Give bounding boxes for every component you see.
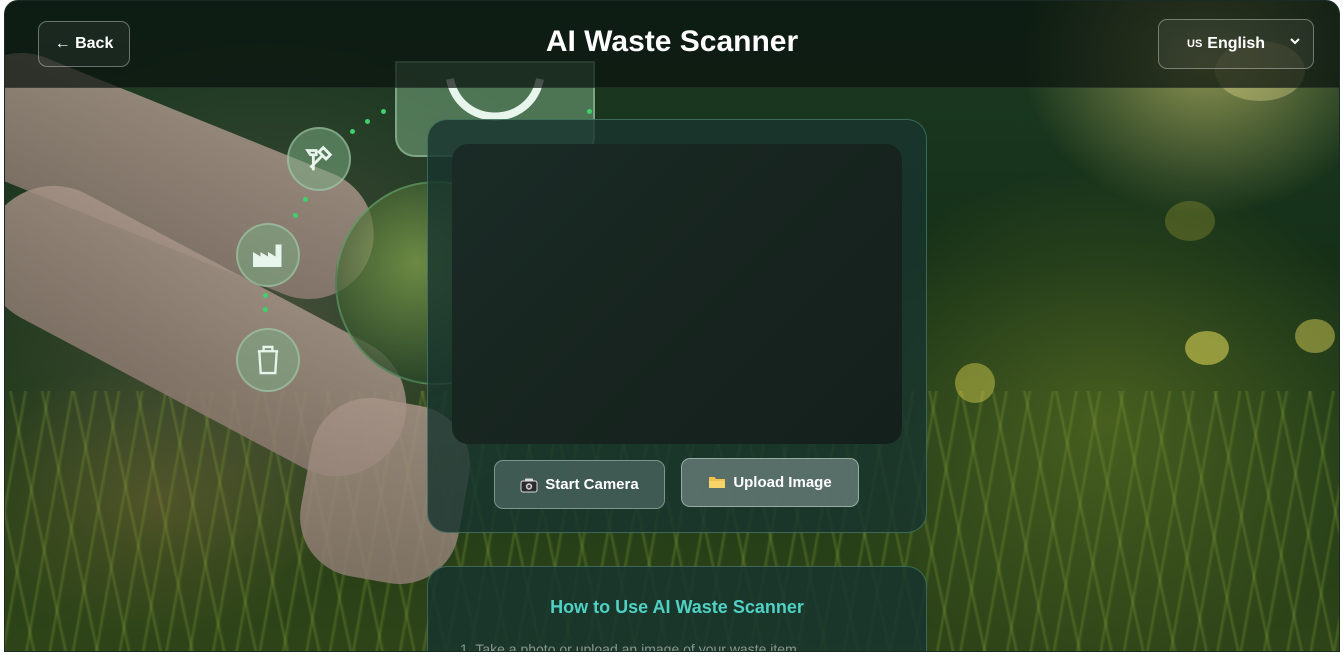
decor-dot: [587, 109, 592, 114]
decor-dot: [365, 119, 370, 124]
decor-dot: [381, 109, 386, 114]
decor-dot: [303, 197, 308, 202]
upload-image-button[interactable]: Upload Image: [681, 458, 859, 507]
decor-dot: [263, 307, 268, 312]
camera-preview: [452, 144, 902, 444]
bokeh-light: [955, 363, 995, 403]
start-camera-label: Start Camera: [545, 476, 639, 493]
factory-icon: [236, 223, 300, 287]
app-window: ← Back AI Waste Scanner US English Start…: [4, 0, 1340, 652]
camera-icon: [520, 477, 538, 493]
decor-dot: [350, 129, 355, 134]
chevron-down-icon: [1289, 34, 1301, 52]
language-select[interactable]: US English: [1158, 19, 1314, 69]
folder-icon: [708, 475, 726, 490]
recycle-bin-icon: [236, 328, 300, 392]
how-to-card: How to Use AI Waste Scanner 1. Take a ph…: [427, 566, 927, 652]
bottom-edge: [0, 652, 1344, 656]
how-to-step: 1. Take a photo or upload an image of yo…: [460, 641, 797, 652]
page-title: AI Waste Scanner: [545, 25, 799, 58]
tools-icon: [287, 127, 351, 191]
bokeh-light: [1295, 319, 1335, 353]
decor-dot: [263, 293, 268, 298]
us-flag-icon: US: [1187, 38, 1203, 50]
scanner-card: Start Camera Upload Image: [427, 119, 927, 533]
upload-image-label: Upload Image: [733, 474, 832, 491]
decor-dot: [293, 213, 298, 218]
bokeh-light: [1165, 201, 1215, 241]
how-to-title: How to Use AI Waste Scanner: [550, 597, 804, 617]
language-selected-value: English: [1207, 35, 1266, 52]
top-bar: ← Back AI Waste Scanner US English: [5, 1, 1339, 88]
start-camera-button[interactable]: Start Camera: [494, 460, 665, 509]
bokeh-light: [1185, 331, 1229, 365]
